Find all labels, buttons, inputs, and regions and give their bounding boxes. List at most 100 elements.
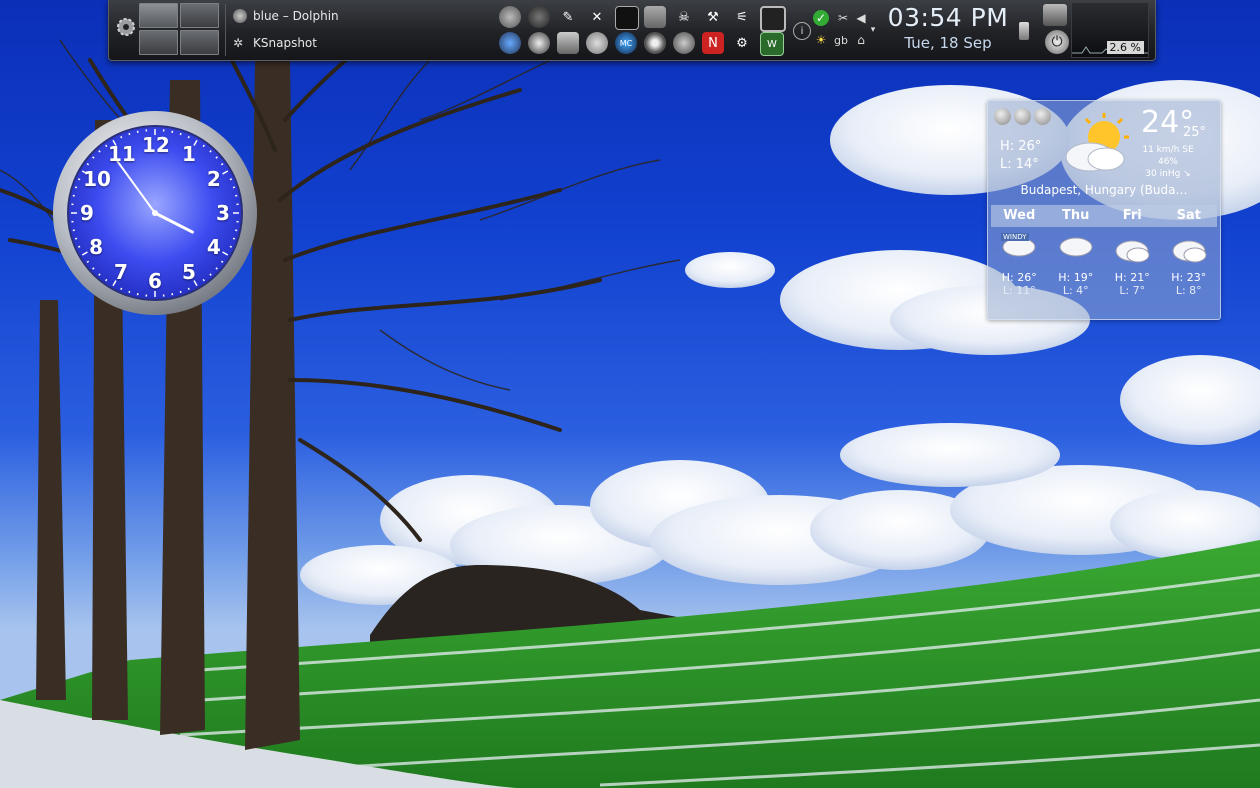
tools-icon[interactable]: ✕ [586, 6, 608, 28]
clock-number: 4 [206, 235, 221, 259]
pressure: 30 inHg ↘ [1145, 169, 1191, 179]
forecast-day-label: Wed [1003, 208, 1036, 223]
window-icon[interactable] [760, 6, 786, 32]
clock-tick [215, 267, 218, 270]
clock-tick [187, 287, 190, 291]
refresh-icon[interactable] [1034, 108, 1051, 125]
screwdriver-icon[interactable]: ⚟ [731, 6, 753, 28]
forecast-item: H: 19° L: 4° [1048, 231, 1105, 311]
analog-clock-widget[interactable]: 12 1 2 3 4 5 6 7 8 9 10 11 [52, 110, 258, 316]
tray-expand-arrow[interactable]: ▾ [865, 22, 881, 38]
brush-icon[interactable]: ✎ [557, 6, 579, 28]
trash-icon[interactable] [1019, 22, 1029, 40]
app-launcher-button[interactable] [115, 16, 137, 38]
clock-tick [220, 163, 224, 166]
session-buttons: ⏻ [1017, 2, 1077, 58]
pager-desktop-3[interactable] [139, 30, 178, 55]
feels-like-temperature: 25° [1183, 125, 1207, 140]
forecast-day-label: Fri [1122, 208, 1142, 223]
weather-controls [994, 108, 1051, 125]
clock-tick [74, 186, 78, 189]
disc-icon[interactable] [644, 32, 666, 54]
clock-number: 12 [142, 133, 170, 157]
clock-tick [202, 278, 205, 282]
clock-tick [98, 150, 101, 153]
clock-tick [92, 156, 95, 159]
clock-time: 03:54 PM [887, 3, 1009, 32]
clock-number: 11 [108, 142, 136, 167]
check-icon[interactable]: ✓ [813, 10, 829, 26]
folder-icon[interactable] [644, 6, 666, 28]
cpu-monitor[interactable]: 2.6 % [1071, 2, 1149, 58]
clock-tick [86, 163, 90, 166]
clock-tick [232, 186, 236, 189]
burn-icon[interactable]: N [702, 32, 724, 54]
globe-icon[interactable] [586, 32, 608, 54]
clock-tick [77, 178, 81, 181]
clock-number: 5 [182, 259, 196, 284]
humidity: 46% [1157, 157, 1178, 167]
wind-speed: 11 km/h SE [1142, 145, 1194, 155]
clipboard-icon[interactable] [557, 32, 579, 54]
quick-launcher: ✎ ✕ ☠ ⚒ ⚟ MC N ⚙ W [497, 4, 787, 56]
forecast-item: H: 23° L: 8° [1161, 231, 1218, 311]
weather-location[interactable]: Budapest, Hungary (Buda… [988, 183, 1220, 197]
clock-tick [120, 287, 123, 291]
settings-icon[interactable] [994, 108, 1011, 125]
task-label: blue – Dolphin [253, 8, 339, 23]
power-icon[interactable]: ⏻ [1045, 30, 1069, 54]
clock-tick [92, 267, 95, 270]
sun-cloud-icon[interactable]: ☀ [813, 32, 829, 48]
sphere-icon[interactable] [528, 6, 550, 28]
forecast-days: Wed Thu Fri Sat [991, 205, 1217, 227]
scissors-icon[interactable]: ✂ [835, 10, 851, 26]
clock-tick [120, 135, 123, 139]
clock-date: Tue, 18 Sep [904, 34, 992, 52]
top-panel: blue – Dolphin ✲ KSnapshot ✎ ✕ ☠ ⚒ ⚟ MC … [108, 0, 1156, 61]
task-dolphin[interactable]: blue – Dolphin [229, 2, 489, 29]
magnifier-icon[interactable] [499, 32, 521, 54]
keyboard-layout[interactable]: gb [833, 32, 849, 48]
disks-icon[interactable] [499, 6, 521, 28]
clock-tick [74, 237, 78, 240]
forecast-low: L: 11° [1002, 284, 1036, 297]
digital-clock[interactable]: 03:54 PM Tue, 18 Sep [883, 2, 1013, 58]
hammer-icon[interactable]: ⚒ [702, 6, 724, 28]
forecast-item: WINDY H: 26° L: 11° [991, 231, 1048, 311]
pager-desktop-1[interactable] [139, 3, 178, 28]
terminal-icon[interactable] [615, 6, 639, 30]
forecast-low: L: 8° [1175, 284, 1202, 297]
clock-number: 8 [89, 235, 104, 259]
clock-tick [202, 144, 205, 148]
clock-number: 1 [182, 142, 196, 167]
clock-tick [179, 132, 182, 136]
task-label: KSnapshot [253, 35, 317, 50]
forecast-item: H: 21° L: 7° [1104, 231, 1161, 311]
clock-tick [98, 273, 101, 276]
task-ksnapshot[interactable]: ✲ KSnapshot [229, 29, 489, 56]
pager-desktop-2[interactable] [180, 3, 219, 28]
skull-icon[interactable]: ☠ [673, 6, 695, 28]
clock-tick [215, 156, 218, 159]
monitor-icon[interactable]: W [760, 32, 784, 56]
chip-icon[interactable]: ⚙ [731, 32, 753, 54]
beach-icon[interactable] [673, 32, 695, 54]
lock-screen-icon[interactable] [1043, 4, 1067, 26]
cloud-icon [1115, 240, 1150, 263]
clock-tick [128, 132, 131, 136]
pin-icon[interactable] [1014, 108, 1031, 125]
partly-cloudy-icon [1065, 113, 1129, 172]
pager-desktop-4[interactable] [180, 30, 219, 55]
media-icon[interactable] [528, 32, 550, 54]
clock-tick [229, 178, 233, 181]
today-high: H: 26° [1000, 139, 1042, 154]
info-icon[interactable]: i [793, 22, 811, 40]
clock-number: 10 [83, 167, 111, 191]
forecast-high: H: 19° [1058, 271, 1094, 284]
mc-icon[interactable]: MC [615, 32, 637, 54]
forecast-high: H: 21° [1114, 271, 1150, 284]
clock-number: 7 [114, 259, 128, 284]
forecast-day-label: Sat [1176, 208, 1201, 223]
system-tray: i ✓ ✂ ◀ ☀ gb ⌂ ▾ [793, 4, 878, 56]
clock-tick [209, 273, 212, 276]
